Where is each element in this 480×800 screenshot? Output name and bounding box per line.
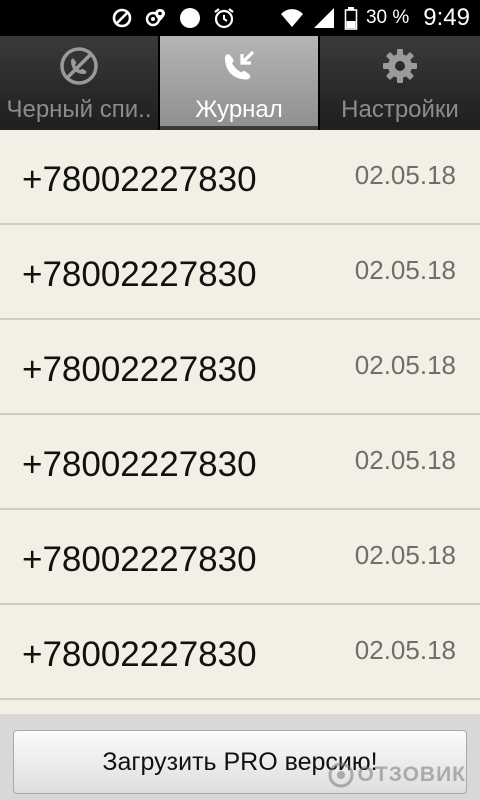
list-item[interactable]: +78002227830 02.05.18 [0,510,480,605]
circle-dot-icon [178,6,202,30]
location-settings-icon [144,6,168,30]
phone-number: +78002227830 [22,160,257,199]
watermark-text: ОТЗОВИК [357,763,466,786]
phone-number: +78002227830 [22,635,257,674]
otzovik-logo-icon [328,762,354,788]
gear-icon [378,44,422,88]
phone-number: +78002227830 [22,445,257,484]
call-log-list: +78002227830 02.05.18 +78002227830 02.05… [0,130,480,714]
call-date: 02.05.18 [354,255,456,285]
call-date: 02.05.18 [354,635,456,665]
status-icons-left [110,6,236,30]
call-date: 02.05.18 [354,160,456,190]
tab-blacklist-label: Черный спи.. [6,96,152,123]
call-date: 02.05.18 [354,540,456,570]
tab-log[interactable]: Журнал [160,36,320,130]
phone-number: +78002227830 [22,350,257,389]
call-date: 02.05.18 [354,445,456,475]
call-log-icon [217,44,261,88]
blocked-call-icon [57,44,101,88]
call-date: 02.05.18 [354,350,456,380]
block-icon [110,6,134,30]
status-icons-right: 30 % 9:49 [280,0,470,36]
tab-settings[interactable]: Настройки [320,36,480,130]
list-item[interactable]: +78002227830 02.05.18 [0,605,480,700]
tab-bar: Черный спи.. Журнал Настройки [0,36,480,130]
watermark: ОТЗОВИК [328,760,466,790]
signal-icon [312,6,336,30]
alarm-icon [212,6,236,30]
tab-settings-label: Настройки [341,96,459,123]
battery-icon [344,6,358,30]
wifi-icon [280,6,304,30]
clock-time: 9:49 [423,4,470,31]
list-item[interactable]: +78002227830 02.05.18 [0,415,480,510]
list-item[interactable]: +78002227830 02.05.18 [0,130,480,225]
tab-log-label: Журнал [195,96,283,123]
tab-blacklist[interactable]: Черный спи.. [0,36,160,130]
phone-number: +78002227830 [22,255,257,294]
list-item[interactable]: +78002227830 02.05.18 [0,225,480,320]
phone-number: +78002227830 [22,540,257,579]
status-bar: 30 % 9:49 [0,0,480,36]
battery-percent: 30 % [365,7,410,28]
list-item[interactable]: +78002227830 02.05.18 [0,320,480,415]
